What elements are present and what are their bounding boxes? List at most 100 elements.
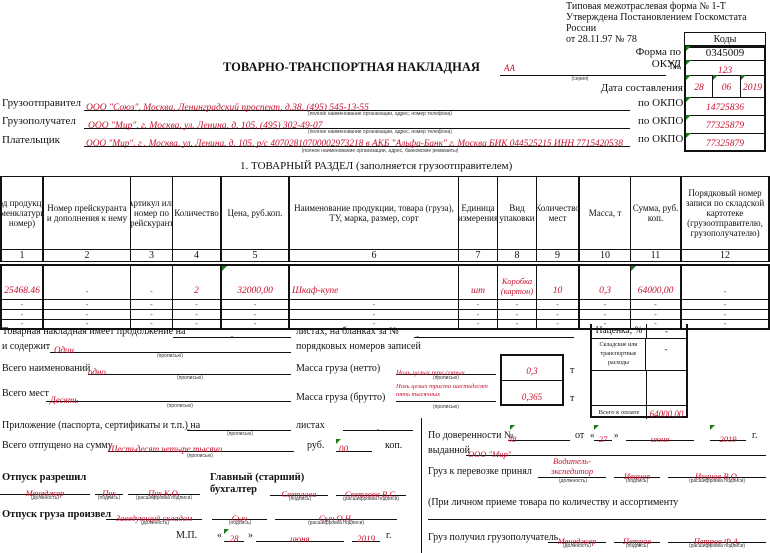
release-allowed-sign-field[interactable]: Пух	[95, 483, 123, 498]
cap-name-1: (расшифровка подписи)	[135, 495, 193, 501]
proxy-year-field[interactable]: 2019	[710, 425, 746, 444]
table-cell[interactable]: -	[458, 310, 497, 320]
table-cell[interactable]: шт	[458, 264, 497, 300]
accepted-name-field[interactable]: Иванов В.О.	[668, 466, 766, 481]
table-cell[interactable]: 32000,00	[220, 264, 288, 300]
cap-sign-1: (подпись)	[97, 495, 121, 501]
table-cell[interactable]: -	[172, 310, 220, 320]
accepted-position-field[interactable]: Водитель-экспедитор	[538, 456, 606, 478]
table-cell[interactable]: -	[536, 300, 578, 310]
column-number: 10	[578, 250, 630, 262]
column-number: 12	[680, 250, 770, 262]
warehouse-value[interactable]: -	[646, 339, 686, 370]
table-cell[interactable]: Шкаф-купе	[288, 264, 458, 300]
table-cell[interactable]: -	[680, 264, 770, 300]
release-allowed-position-field[interactable]: Менеджер	[0, 483, 90, 498]
series-value: АА	[504, 63, 515, 73]
number-field[interactable]: 123	[686, 60, 764, 76]
accepted-sign-field[interactable]: Иванов	[614, 466, 660, 481]
table-cell[interactable]: -	[536, 310, 578, 320]
table-cell[interactable]: -	[630, 310, 680, 320]
net-words-field[interactable]: Ноль целых три сотых	[396, 362, 496, 377]
table-cell[interactable]: -	[0, 310, 42, 320]
release-date-year-field[interactable]: 2019	[352, 529, 380, 544]
total-places-field[interactable]: Десять	[46, 388, 291, 405]
released-by-position-field[interactable]: Заведующий складом	[106, 508, 202, 523]
table-cell[interactable]: -	[172, 300, 220, 310]
release-allowed-name-field[interactable]: Пух К.О.	[128, 483, 200, 498]
table-cell[interactable]: -	[130, 300, 172, 310]
table-cell[interactable]: 2	[172, 264, 220, 300]
net-value-field[interactable]: 0,3	[502, 356, 562, 381]
table-cell[interactable]: -	[42, 264, 130, 300]
table-cell[interactable]: -	[680, 310, 770, 320]
total-names-field[interactable]: одно	[88, 362, 291, 377]
attachment-field[interactable]: -	[187, 419, 291, 434]
table-cell[interactable]: -	[497, 310, 536, 320]
released-by-name-field[interactable]: Сыч О.Н.	[275, 508, 397, 523]
table-cell[interactable]: -	[42, 300, 130, 310]
okpo-shipper-field[interactable]: 14725836	[686, 97, 764, 116]
received-sign-field[interactable]: Петров	[614, 531, 660, 546]
number-label: №	[669, 60, 681, 72]
table-cell[interactable]: -	[0, 300, 42, 310]
chief-name-field[interactable]: Светлова В.С.	[336, 484, 406, 499]
table-cell[interactable]: -	[288, 310, 458, 320]
table-cell[interactable]: -	[680, 300, 770, 310]
received-position-field[interactable]: Менеджер	[548, 531, 606, 546]
section-title: 1. ТОВАРНЫЙ РАЗДЕЛ (заполняется грузоотп…	[240, 160, 513, 172]
document-title: ТОВАРНО-ТРАНСПОРТНАЯ НАКЛАДНАЯ	[223, 60, 480, 74]
table-cell[interactable]: -	[130, 310, 172, 320]
table-cell[interactable]: Коробка (картон)	[497, 264, 536, 300]
payer-field[interactable]: ООО "Мир", г . Москва, ул. Ленина, д. 10…	[84, 133, 630, 149]
okud-field[interactable]: 0345009	[686, 46, 764, 61]
date-day-field[interactable]: 28	[686, 75, 713, 97]
net-caption: (прописью)	[433, 375, 459, 381]
attachment-sheets-field[interactable]: -	[343, 419, 413, 434]
proxy-number-field[interactable]: 48	[508, 425, 570, 444]
okpo-consignee-field[interactable]: 77325879	[686, 115, 764, 134]
table-cell[interactable]: -	[220, 300, 288, 310]
table-cell[interactable]: -	[220, 310, 288, 320]
total-value-field[interactable]: 64000,00	[647, 406, 686, 419]
issued-field[interactable]: ООО "Мир"	[466, 444, 766, 459]
sheets-field[interactable]: -	[414, 326, 574, 341]
table-cell[interactable]: 25468.46	[0, 264, 42, 300]
received-name-field[interactable]: Петров Ф.А.	[668, 531, 766, 546]
table-cell[interactable]: -	[130, 264, 172, 300]
table-cell[interactable]: -	[288, 300, 458, 310]
date-month: 06	[721, 83, 732, 93]
gross-words-field[interactable]: Ноль целых триста шестьдесят пять тысячн…	[396, 383, 496, 402]
release-date-month-field[interactable]: июня	[256, 529, 344, 544]
date-year-field[interactable]: 2019	[741, 75, 764, 97]
continuation-field[interactable]: -	[173, 326, 291, 341]
table-cell[interactable]: 0,3	[578, 264, 630, 300]
proxy-day-field[interactable]: 27	[594, 425, 612, 444]
column-header: Артикул или номер по прейскуранту	[130, 176, 172, 250]
table-cell[interactable]: 64000,00	[630, 264, 680, 300]
markup-value[interactable]: -	[647, 324, 686, 338]
table-cell[interactable]: -	[458, 300, 497, 310]
proxy-number: 48	[508, 434, 517, 444]
gross-value-field[interactable]: 0,365	[502, 381, 562, 412]
okpo-payer-field[interactable]: 77325879	[686, 133, 764, 150]
table-cell[interactable]: -	[680, 320, 770, 330]
table-cell[interactable]: -	[630, 300, 680, 310]
table-cell[interactable]: -	[578, 300, 630, 310]
date-month-field[interactable]: 06	[713, 75, 741, 97]
chief-sign-field[interactable]: Светлова	[270, 484, 328, 499]
consignee-field[interactable]: ООО "Мир", г. Москва, ул. Ленина, д. 105…	[84, 115, 630, 131]
release-date-day-field[interactable]: 28	[224, 529, 244, 544]
shipper-field[interactable]: ООО "Союз", Москва, Ленинградский проспе…	[84, 97, 630, 113]
table-cell[interactable]: -	[42, 310, 130, 320]
table-cell[interactable]: -	[578, 310, 630, 320]
proxy-month-field[interactable]: июня	[626, 429, 694, 444]
released-sum-field[interactable]: Шестьдесят четыре тысячи	[108, 439, 294, 454]
table-cell[interactable]: -	[497, 300, 536, 310]
column-number: 3	[130, 250, 172, 262]
series-caption: (серия)	[571, 76, 589, 82]
table-cell[interactable]: 10	[536, 264, 578, 300]
kop-field[interactable]: 00	[336, 439, 372, 454]
released-by-sign-field[interactable]: Сыч	[212, 508, 267, 523]
contains-field[interactable]: Один	[50, 340, 291, 355]
